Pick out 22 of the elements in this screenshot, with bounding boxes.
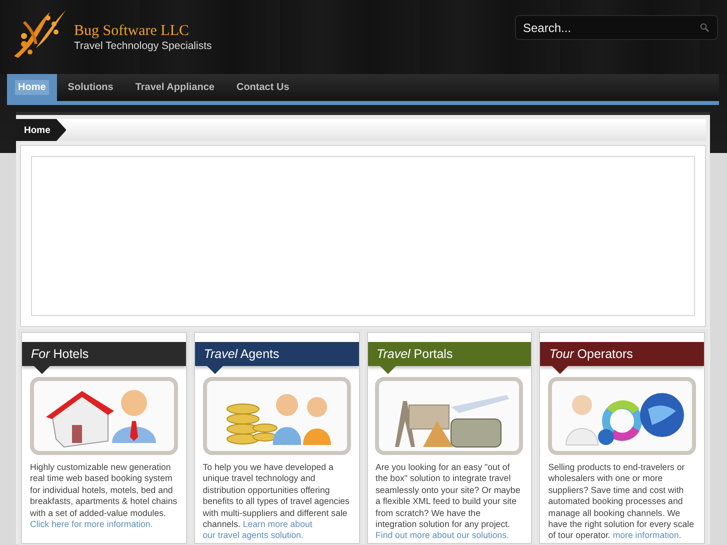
nav-tab[interactable]: Contact Us — [225, 74, 300, 101]
nav-tab[interactable]: Travel Appliance — [124, 74, 226, 101]
card-description: Selling products to end-travelers or wholesalers with one or more suppliers? Save time and cost with automated booking processes and manage all booking channels. We have the right solution for every scale of tour operator. more information. — [548, 462, 695, 542]
more-info-link[interactable]: more information. — [612, 530, 682, 540]
card-description: Are you looking for an easy "out of the box" solution to integrate travel seamlessly onto your site? Or maybe a flexible XML feed to build your site from scratch? We have the integration solution for any project. Find out more about our solutions. — [376, 462, 522, 542]
card-title: Travel Agents — [204, 347, 280, 361]
more-info-link[interactable]: Find out more about our solutions. — [376, 530, 509, 540]
more-info-link[interactable]: Click here for more information. — [30, 519, 153, 530]
card-description: Highly customizable new generation real time web based booking system for individual hotels, motels, bed and breakfasts, apartments & hotel chains with a set of added-value modules. Click here for more information. — [30, 462, 178, 530]
nav-tab[interactable]: Home — [7, 74, 57, 101]
card-description: To help you we have developed a unique travel technology and distribution opportunities offering benefits to all types of travel agencies with multi-suppliers and different sale channels. Learn more about our travel agents solution. — [202, 462, 350, 542]
search-icon — [700, 23, 709, 32]
breadcrumb[interactable]: Home — [16, 119, 66, 141]
card-title: Tour Operators — [549, 347, 633, 361]
tagline: Travel Technology Specialists — [74, 40, 212, 52]
more-info-link[interactable]: Learn more about — [242, 519, 312, 530]
card-title: Travel Portals — [376, 347, 453, 361]
search-field[interactable]: Search... — [515, 15, 718, 40]
card-title: For Hotels — [31, 347, 89, 361]
more-info-link[interactable]: our travel agents solution. — [202, 530, 304, 540]
nav-tab[interactable]: Solutions — [56, 74, 124, 101]
company-name: Bug Software LLC — [74, 22, 190, 40]
